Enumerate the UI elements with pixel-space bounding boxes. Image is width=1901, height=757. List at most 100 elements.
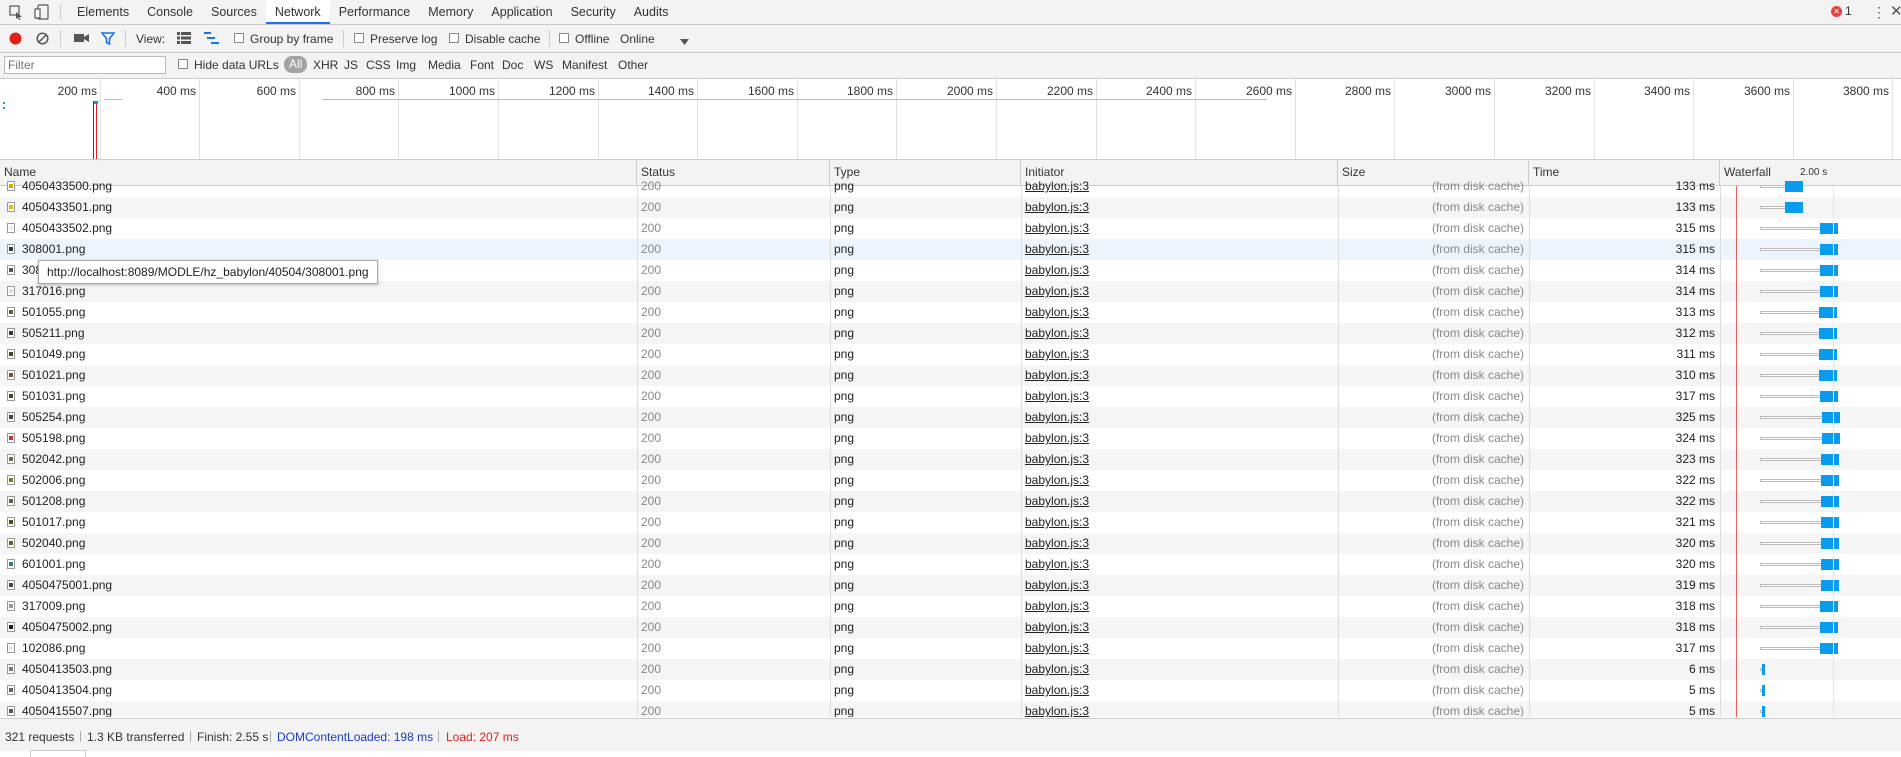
throttling-select[interactable]: Online <box>620 32 655 46</box>
tab-audits[interactable]: Audits <box>625 0 678 24</box>
table-row[interactable]: 102086.png 200 png babylon.js:3 (from disk c… <box>0 638 1901 659</box>
request-name[interactable]: 505211.png <box>0 323 637 344</box>
table-row[interactable]: 505211.png 200 png babylon.js:3 (from disk c… <box>0 323 1901 344</box>
table-row[interactable]: 501049.png 200 png babylon.js:3 (from disk c… <box>0 344 1901 365</box>
request-initiator[interactable]: babylon.js:3 <box>1021 386 1338 407</box>
request-name[interactable]: 502040.png <box>0 533 637 554</box>
tab-application[interactable]: Application <box>482 0 561 24</box>
request-initiator[interactable]: babylon.js:3 <box>1021 470 1338 491</box>
table-row[interactable]: 501208.png 200 png babylon.js:3 (from disk c… <box>0 491 1901 512</box>
table-row[interactable]: 601001.png 200 png babylon.js:3 (from disk c… <box>0 554 1901 575</box>
record-button[interactable] <box>9 32 22 48</box>
request-initiator[interactable]: babylon.js:3 <box>1021 176 1338 197</box>
filter-icon[interactable] <box>100 32 116 48</box>
filter-type-font[interactable]: Font <box>470 58 494 72</box>
large-rows-icon[interactable] <box>177 32 191 47</box>
table-row[interactable]: 4050475002.png 200 png babylon.js:3 (from di… <box>0 617 1901 638</box>
inspect-element-icon[interactable] <box>8 4 24 20</box>
table-row[interactable]: 505198.png 200 png babylon.js:3 (from disk c… <box>0 428 1901 449</box>
request-initiator[interactable]: babylon.js:3 <box>1021 197 1338 218</box>
request-name[interactable]: 502042.png <box>0 449 637 470</box>
tab-security[interactable]: Security <box>562 0 625 24</box>
tab-elements[interactable]: Elements <box>68 0 138 24</box>
column-divider[interactable] <box>830 186 831 717</box>
request-initiator[interactable]: babylon.js:3 <box>1021 596 1338 617</box>
request-initiator[interactable]: babylon.js:3 <box>1021 638 1338 659</box>
group-by-frame-checkbox[interactable] <box>234 33 244 43</box>
request-initiator[interactable]: babylon.js:3 <box>1021 533 1338 554</box>
request-name[interactable]: 501021.png <box>0 365 637 386</box>
request-initiator[interactable]: babylon.js:3 <box>1021 407 1338 428</box>
request-initiator[interactable]: babylon.js:3 <box>1021 680 1338 701</box>
request-initiator[interactable]: babylon.js:3 <box>1021 218 1338 239</box>
filter-type-img[interactable]: Img <box>396 58 416 72</box>
request-initiator[interactable]: babylon.js:3 <box>1021 428 1338 449</box>
tab-network[interactable]: Network <box>265 0 330 24</box>
request-name[interactable]: 4050475002.png <box>0 617 637 638</box>
table-row[interactable]: 4050413503.png 200 png babylon.js:3 (from di… <box>0 659 1901 680</box>
chevron-down-icon[interactable] <box>680 34 689 48</box>
filter-type-doc[interactable]: Doc <box>502 58 523 72</box>
request-name[interactable]: 4050433502.png <box>0 218 637 239</box>
request-name[interactable]: 4050413503.png <box>0 659 637 680</box>
request-name[interactable]: 317016.png <box>0 281 637 302</box>
table-row[interactable]: 502042.png 200 png babylon.js:3 (from disk c… <box>0 449 1901 470</box>
request-initiator[interactable]: babylon.js:3 <box>1021 323 1338 344</box>
request-name[interactable]: 4050413504.png <box>0 680 637 701</box>
request-initiator[interactable]: babylon.js:3 <box>1021 575 1338 596</box>
request-name[interactable]: 501017.png <box>0 512 637 533</box>
request-name[interactable]: 4050415507.png <box>0 701 637 717</box>
filter-type-other[interactable]: Other <box>618 58 648 72</box>
table-row[interactable]: 502040.png 200 png babylon.js:3 (from disk c… <box>0 533 1901 554</box>
column-divider[interactable] <box>1021 186 1022 717</box>
filter-input[interactable] <box>4 56 166 74</box>
request-name[interactable]: 501031.png <box>0 386 637 407</box>
offline-checkbox[interactable] <box>559 33 569 43</box>
table-row[interactable]: 501017.png 200 png babylon.js:3 (from disk c… <box>0 512 1901 533</box>
column-divider[interactable] <box>1529 186 1530 717</box>
table-row[interactable]: 317016.png 200 png babylon.js:3 (from disk c… <box>0 281 1901 302</box>
table-row[interactable]: 505254.png 200 png babylon.js:3 (from disk c… <box>0 407 1901 428</box>
request-initiator[interactable]: babylon.js:3 <box>1021 659 1338 680</box>
request-name[interactable]: 4050433500.png <box>0 176 637 197</box>
request-name[interactable]: 501208.png <box>0 491 637 512</box>
request-initiator[interactable]: babylon.js:3 <box>1021 281 1338 302</box>
preserve-log-checkbox[interactable] <box>354 33 364 43</box>
table-row[interactable]: 4050413504.png 200 png babylon.js:3 (from di… <box>0 680 1901 701</box>
close-icon[interactable]: ✕ <box>1890 2 1901 20</box>
table-row[interactable]: 4050415507.png 200 png babylon.js:3 (from di… <box>0 701 1901 717</box>
filter-type-xhr[interactable]: XHR <box>313 58 338 72</box>
request-initiator[interactable]: babylon.js:3 <box>1021 302 1338 323</box>
request-initiator[interactable]: babylon.js:3 <box>1021 365 1338 386</box>
table-row[interactable]: 4050433501.png 200 png babylon.js:3 (from di… <box>0 197 1901 218</box>
column-divider[interactable] <box>637 186 638 717</box>
request-initiator[interactable]: babylon.js:3 <box>1021 260 1338 281</box>
filter-type-all[interactable]: All <box>284 56 308 73</box>
table-row[interactable]: 501055.png 200 png babylon.js:3 (from disk c… <box>0 302 1901 323</box>
disable-cache-checkbox[interactable] <box>449 33 459 43</box>
table-row[interactable]: 4050433500.png 200 png babylon.js:3 (from di… <box>0 176 1901 197</box>
request-initiator[interactable]: babylon.js:3 <box>1021 554 1338 575</box>
column-divider[interactable] <box>1338 186 1339 717</box>
request-initiator[interactable]: babylon.js:3 <box>1021 701 1338 717</box>
table-row[interactable]: 4050475001.png 200 png babylon.js:3 (from di… <box>0 575 1901 596</box>
request-name[interactable]: 501055.png <box>0 302 637 323</box>
request-name[interactable]: 505198.png <box>0 428 637 449</box>
request-initiator[interactable]: babylon.js:3 <box>1021 449 1338 470</box>
table-row[interactable]: 317009.png 200 png babylon.js:3 (from disk c… <box>0 596 1901 617</box>
tab-console[interactable]: Console <box>138 0 202 24</box>
filter-type-manifest[interactable]: Manifest <box>562 58 607 72</box>
capture-screenshots-icon[interactable] <box>74 32 90 47</box>
tab-memory[interactable]: Memory <box>419 0 482 24</box>
request-name[interactable]: 501049.png <box>0 344 637 365</box>
request-name[interactable]: 102086.png <box>0 638 637 659</box>
table-row[interactable]: 501021.png 200 png babylon.js:3 (from disk c… <box>0 365 1901 386</box>
filter-type-ws[interactable]: WS <box>534 58 553 72</box>
request-name[interactable]: 505254.png <box>0 407 637 428</box>
tab-sources[interactable]: Sources <box>202 0 266 24</box>
kebab-menu-icon[interactable]: ⋮ <box>1872 4 1886 21</box>
device-toolbar-icon[interactable] <box>34 4 50 20</box>
tab-performance[interactable]: Performance <box>330 0 420 24</box>
request-name[interactable]: 601001.png <box>0 554 637 575</box>
clear-icon[interactable] <box>36 32 49 48</box>
